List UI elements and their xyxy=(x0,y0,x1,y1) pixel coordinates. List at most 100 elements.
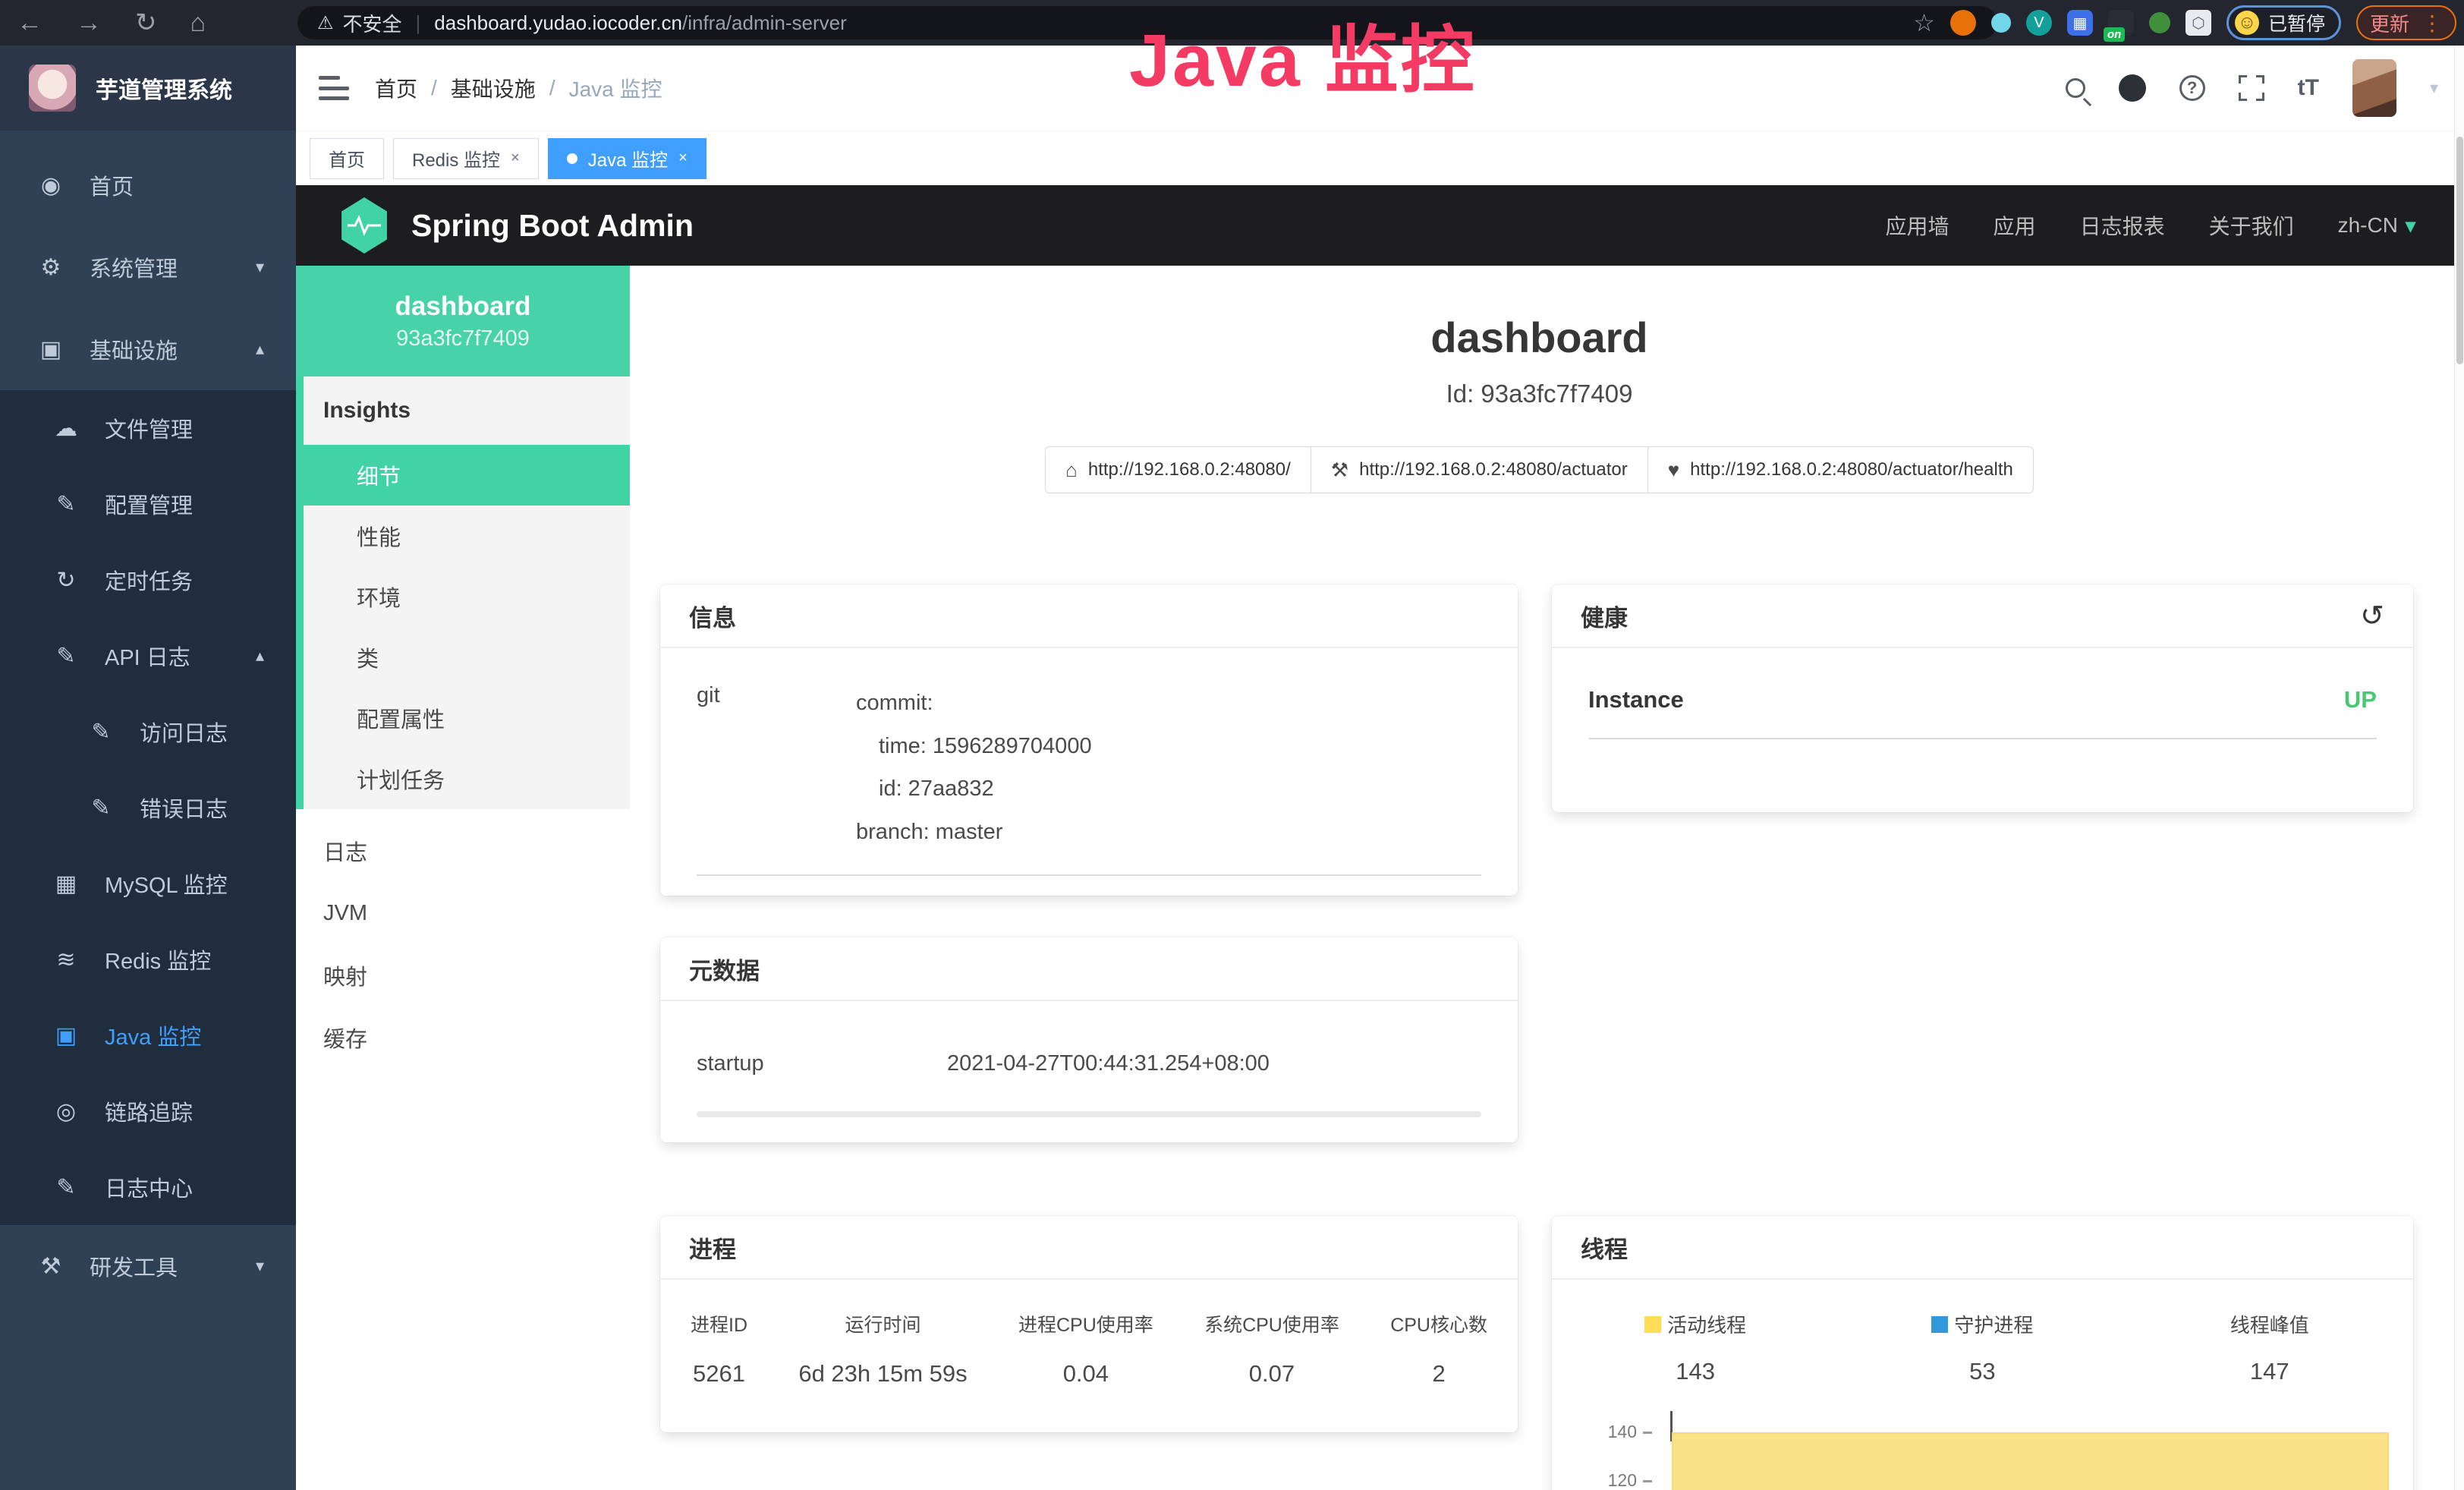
sidebar-item-access-log[interactable]: ✎ 访问日志 xyxy=(0,694,296,770)
browser-update-button[interactable]: 更新 ⋮ xyxy=(2356,5,2456,40)
sba-nav-applications[interactable]: 应用 xyxy=(1994,210,2036,241)
sidebar-item-infra[interactable]: ▣ 基础设施 ▴ xyxy=(0,308,296,390)
help-icon[interactable]: ? xyxy=(2179,75,2205,101)
sba-content: dashboard 93a3fc7f7409 Insights 细节 性能 环境… xyxy=(296,266,2464,1490)
spring-boot-admin-logo[interactable] xyxy=(338,197,390,254)
divider xyxy=(697,1111,1481,1117)
sidebar-item-dev-tools[interactable]: ⚒ 研发工具 ▾ xyxy=(0,1225,296,1307)
monitor-icon: ▣ xyxy=(50,1022,82,1049)
security-warning-icon[interactable]: ⚠ xyxy=(317,12,334,34)
bookmark-star-icon[interactable]: ☆ xyxy=(1913,8,1935,37)
close-icon[interactable]: × xyxy=(511,150,520,167)
security-label[interactable]: 不安全 xyxy=(343,9,402,37)
instance-header[interactable]: dashboard 93a3fc7f7409 xyxy=(296,266,630,376)
sidebar-item-config[interactable]: ✎ 配置管理 xyxy=(0,466,296,542)
toolbox-icon: ⚒ xyxy=(35,1253,67,1280)
browser-menu-icon[interactable]: ⋮ xyxy=(2422,11,2443,36)
chevron-down-icon: ▾ xyxy=(256,1256,264,1276)
breadcrumb-infra[interactable]: 基础设施 xyxy=(451,73,536,103)
tab-label: Redis 监控 xyxy=(412,145,500,172)
gear-icon: ⚙ xyxy=(35,254,67,281)
insights-item-classes[interactable]: 类 xyxy=(304,627,630,688)
tab-java-monitor[interactable]: Java 监控 × xyxy=(548,138,706,179)
insights-item-environment[interactable]: 环境 xyxy=(304,566,630,627)
sidebar-item-tracing[interactable]: ◎ 链路追踪 xyxy=(0,1073,296,1149)
threads-card: 线程 活动线程 守护进程 线程峰值 143 53 147 xyxy=(1552,1216,2413,1490)
sidebar-item-home[interactable]: ◉ 首页 xyxy=(0,144,296,226)
search-icon[interactable] xyxy=(2066,78,2085,98)
breadcrumb-current: Java 监控 xyxy=(569,73,662,103)
sidebar-item-label: 访问日志 xyxy=(140,716,228,748)
actuator-url-button[interactable]: ⚒ http://192.168.0.2:48080/actuator xyxy=(1311,446,1648,493)
avatar-caret-icon[interactable]: ▾ xyxy=(2430,78,2438,98)
sba-nav-wallboard[interactable]: 应用墙 xyxy=(1886,210,1949,241)
health-instance-row[interactable]: Instance UP xyxy=(1552,648,2413,713)
insights-item-config-props[interactable]: 配置属性 xyxy=(304,688,630,748)
sidebar-item-mappings[interactable]: 映射 xyxy=(296,944,630,1006)
sidebar-item-log-center[interactable]: ✎ 日志中心 xyxy=(0,1149,296,1225)
health-url-button[interactable]: ♥ http://192.168.0.2:48080/actuator/heal… xyxy=(1647,446,2034,493)
user-avatar[interactable] xyxy=(2352,59,2396,117)
divider xyxy=(1588,738,2377,739)
column-header: CPU核心数 xyxy=(1390,1310,1487,1337)
edit-icon: ✎ xyxy=(50,1174,82,1201)
sba-nav-journal[interactable]: 日志报表 xyxy=(2080,210,2165,241)
sidebar-item-label: 基础设施 xyxy=(90,333,178,365)
scrollbar[interactable] xyxy=(2454,46,2464,1490)
profile-paused-badge[interactable]: ☺ 已暂停 xyxy=(2226,5,2341,40)
sba-language-select[interactable]: zh-CN ▾ xyxy=(2338,213,2415,238)
sidebar-item-mysql[interactable]: ▦ MySQL 监控 xyxy=(0,846,296,921)
tab-redis-monitor[interactable]: Redis 监控 × xyxy=(393,138,539,179)
extensions-puzzle-icon[interactable]: ⬡ xyxy=(2186,10,2211,36)
browser-home-icon[interactable]: ⌂ xyxy=(190,8,206,38)
browser-forward-icon[interactable]: → xyxy=(76,8,102,38)
sba-brand-title[interactable]: Spring Boot Admin xyxy=(411,208,694,244)
font-size-icon[interactable]: tT xyxy=(2298,75,2319,101)
sidebar-item-files[interactable]: ☁ 文件管理 xyxy=(0,390,296,466)
cloud-icon: ☁ xyxy=(50,415,82,442)
sidebar-item-label: 首页 xyxy=(90,169,134,201)
github-icon[interactable] xyxy=(2119,74,2146,102)
hamburger-icon[interactable] xyxy=(319,76,349,100)
browser-back-icon[interactable]: ← xyxy=(17,8,42,38)
url-domain: dashboard.yudao.iocoder.cn xyxy=(434,11,682,35)
metadata-startup-row: startup 2021-04-27T00:44:31.254+08:00 xyxy=(697,1035,1481,1076)
service-url-button[interactable]: ⌂ http://192.168.0.2:48080/ xyxy=(1045,446,1311,493)
browser-reload-icon[interactable]: ↻ xyxy=(135,8,157,38)
sidebar-item-caches[interactable]: 缓存 xyxy=(296,1006,630,1069)
extension-icon[interactable] xyxy=(1991,13,2011,33)
sidebar-item-cron[interactable]: ↻ 定时任务 xyxy=(0,542,296,618)
divider xyxy=(697,874,1481,876)
sidebar-item-label: API 日志 xyxy=(105,640,190,672)
active-threads-area xyxy=(1672,1432,2389,1490)
breadcrumb-home[interactable]: 首页 xyxy=(375,73,417,103)
app-logo-row[interactable]: 芋道管理系统 xyxy=(0,46,296,131)
sidebar-item-logs[interactable]: 日志 xyxy=(296,820,630,882)
insights-item-metrics[interactable]: 性能 xyxy=(304,506,630,566)
insights-item-details[interactable]: 细节 xyxy=(304,445,630,506)
screen: ← → ↻ ⌂ ⚠ 不安全 | dashboard.yudao.iocoder.… xyxy=(0,0,2464,1490)
sidebar-item-jvm[interactable]: JVM xyxy=(296,882,630,944)
scrollbar-thumb[interactable] xyxy=(2456,137,2463,364)
sba-nav-about[interactable]: 关于我们 xyxy=(2209,210,2294,241)
extension-icon[interactable] xyxy=(2149,12,2170,33)
extension-icon[interactable]: on xyxy=(2108,10,2134,36)
column-header: 进程CPU使用率 xyxy=(1018,1310,1153,1337)
sidebar-item-redis[interactable]: ≋ Redis 监控 xyxy=(0,921,296,997)
sidebar-item-java-monitor[interactable]: ▣ Java 监控 xyxy=(0,997,296,1073)
extension-icon[interactable] xyxy=(1950,10,1976,36)
sidebar-item-api-log[interactable]: ✎ API 日志 ▴ xyxy=(0,618,296,694)
log-icon: ✎ xyxy=(85,719,117,745)
history-icon[interactable]: ↺ xyxy=(2360,599,2384,633)
legend-label: 守护进程 xyxy=(1954,1310,2033,1338)
fullscreen-icon[interactable] xyxy=(2239,75,2264,101)
sidebar-item-error-log[interactable]: ✎ 错误日志 xyxy=(0,770,296,846)
extension-icon[interactable]: ▦ xyxy=(2067,10,2093,36)
tab-home[interactable]: 首页 xyxy=(310,138,384,179)
system-cpu: 0.07 xyxy=(1204,1360,1339,1388)
health-card-title: 健康 xyxy=(1581,599,1628,633)
extension-icon[interactable]: V xyxy=(2026,10,2052,36)
insights-item-scheduled-tasks[interactable]: 计划任务 xyxy=(304,748,630,809)
sidebar-item-system[interactable]: ⚙ 系统管理 ▾ xyxy=(0,226,296,308)
close-icon[interactable]: × xyxy=(678,150,688,167)
